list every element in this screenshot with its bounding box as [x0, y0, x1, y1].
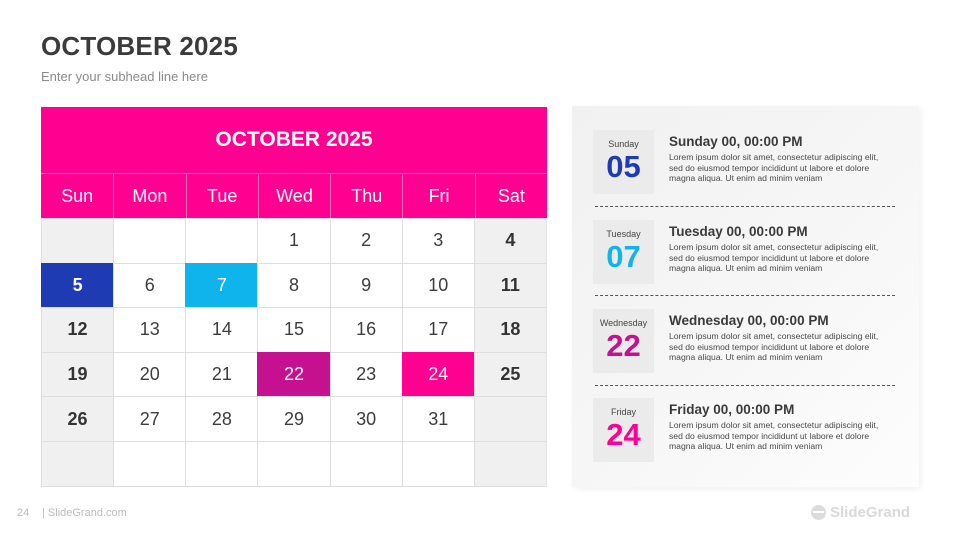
calendar-day-23: 23	[329, 351, 402, 397]
calendar-day-7-highlighted: 7	[185, 262, 258, 308]
event-day-number: 07	[606, 239, 641, 274]
weekday-sat: Sat	[474, 174, 547, 218]
event-date-badge: Friday 24	[593, 398, 654, 462]
event-day-name: Sunday	[608, 139, 639, 149]
calendar-empty-cell	[329, 440, 402, 486]
calendar-day-13: 13	[113, 307, 186, 352]
calendar-day-30: 30	[329, 396, 402, 441]
weekday-thu: Thu	[330, 174, 402, 218]
weekday-mon: Mon	[113, 174, 185, 218]
calendar-day-24-highlighted: 24	[401, 351, 474, 397]
event-description: Lorem ipsum dolor sit amet, consectetur …	[669, 152, 879, 184]
calendar-day-17: 17	[401, 307, 474, 352]
event-item: Wednesday 22 Wednesday 00, 00:00 PM Lore…	[593, 309, 898, 373]
calendar-day-11: 11	[473, 262, 546, 308]
event-date-badge: Wednesday 22	[593, 309, 654, 373]
event-date-badge: Sunday 05	[593, 130, 654, 194]
event-day-name: Friday	[610, 407, 636, 417]
event-day-number: 05	[606, 149, 641, 184]
calendar-day-4: 4	[473, 218, 546, 263]
calendar-empty-cell	[257, 440, 330, 486]
calendar-empty-cell	[185, 440, 258, 486]
calendar-day-2: 2	[329, 218, 402, 263]
calendar-day-27: 27	[113, 396, 186, 441]
calendar-day-10: 10	[401, 262, 474, 308]
event-title: Sunday 00, 00:00 PM	[669, 134, 803, 149]
events-panel: Sunday 05 Sunday 00, 00:00 PM Lorem ipsu…	[572, 106, 919, 487]
calendar-empty-cell	[401, 440, 474, 486]
weekday-wed: Wed	[257, 174, 330, 218]
page-subtitle: Enter your subhead line here	[41, 69, 208, 84]
month-calendar: OCTOBER 2025 Sun Mon Tue Wed Thu Fri Sat…	[41, 107, 547, 487]
calendar-empty-cell	[41, 218, 114, 263]
calendar-day-6: 6	[113, 262, 186, 308]
calendar-day-28: 28	[185, 396, 258, 441]
calendar-day-18: 18	[473, 307, 546, 352]
calendar-day-grid: 1 2 3 4 5 6 7 8 9 10 11 12 13 14 15 16 17 18 19 20 21 22 23 24 2…	[41, 218, 547, 487]
event-day-number: 24	[606, 417, 641, 452]
calendar-day-1: 1	[257, 218, 330, 263]
calendar-empty-cell	[113, 218, 186, 263]
calendar-day-16: 16	[329, 307, 402, 352]
event-item: Tuesday 07 Tuesday 00, 00:00 PM Lorem ip…	[593, 220, 898, 284]
calendar-day-14: 14	[185, 307, 258, 352]
calendar-day-20: 20	[113, 351, 186, 397]
event-divider	[595, 385, 895, 386]
page-number: 24	[17, 507, 30, 519]
calendar-empty-cell	[473, 396, 546, 441]
weekday-sun: Sun	[61, 185, 94, 206]
calendar-day-25: 25	[473, 351, 546, 397]
calendar-day-22-highlighted: 22	[257, 351, 330, 397]
calendar-empty-cell	[113, 440, 186, 486]
brand-logo: SlideGrand	[811, 504, 910, 521]
event-divider	[595, 295, 895, 296]
calendar-day-31: 31	[401, 396, 474, 441]
event-description: Lorem ipsum dolor sit amet, consectetur …	[669, 331, 879, 363]
event-date-badge: Tuesday 07	[593, 220, 654, 284]
brand-name: SlideGrand	[830, 504, 911, 521]
calendar-day-19: 19	[41, 351, 114, 397]
calendar-day-5-highlighted: 5	[41, 262, 114, 308]
calendar-day-8: 8	[257, 262, 330, 308]
calendar-day-26: 26	[41, 396, 114, 441]
calendar-day-12: 12	[41, 307, 114, 352]
event-description: Lorem ipsum dolor sit amet, consectetur …	[669, 420, 879, 452]
event-description: Lorem ipsum dolor sit amet, consectetur …	[669, 242, 879, 274]
event-day-name: Wednesday	[599, 318, 648, 328]
weekday-tue: Tue	[185, 174, 258, 218]
calendar-day-15: 15	[257, 307, 330, 352]
calendar-day-9: 9	[329, 262, 402, 308]
calendar-empty-cell	[473, 440, 546, 486]
calendar-empty-cell	[185, 218, 258, 263]
event-day-name: Tuesday	[606, 229, 641, 239]
calendar-title: OCTOBER 2025	[41, 107, 547, 173]
slidegrand-logo-icon	[811, 505, 826, 520]
calendar-day-29: 29	[257, 396, 330, 441]
weekday-header-row: Sun Mon Tue Wed Thu Fri Sat	[41, 173, 547, 218]
event-item: Friday 24 Friday 00, 00:00 PM Lorem ipsu…	[593, 398, 898, 462]
footer-site-link: | SlideGrand.com	[42, 507, 127, 519]
weekday-fri: Fri	[402, 174, 474, 218]
event-title: Tuesday 00, 00:00 PM	[669, 224, 808, 239]
event-title: Friday 00, 00:00 PM	[669, 402, 795, 417]
page-title: OCTOBER 2025	[41, 31, 238, 61]
event-title: Wednesday 00, 00:00 PM	[669, 313, 829, 328]
calendar-day-3: 3	[401, 218, 474, 263]
event-divider	[595, 206, 895, 207]
event-day-number: 22	[606, 328, 641, 363]
calendar-empty-cell	[41, 440, 114, 486]
event-item: Sunday 05 Sunday 00, 00:00 PM Lorem ipsu…	[593, 130, 898, 194]
calendar-day-21: 21	[185, 351, 258, 397]
